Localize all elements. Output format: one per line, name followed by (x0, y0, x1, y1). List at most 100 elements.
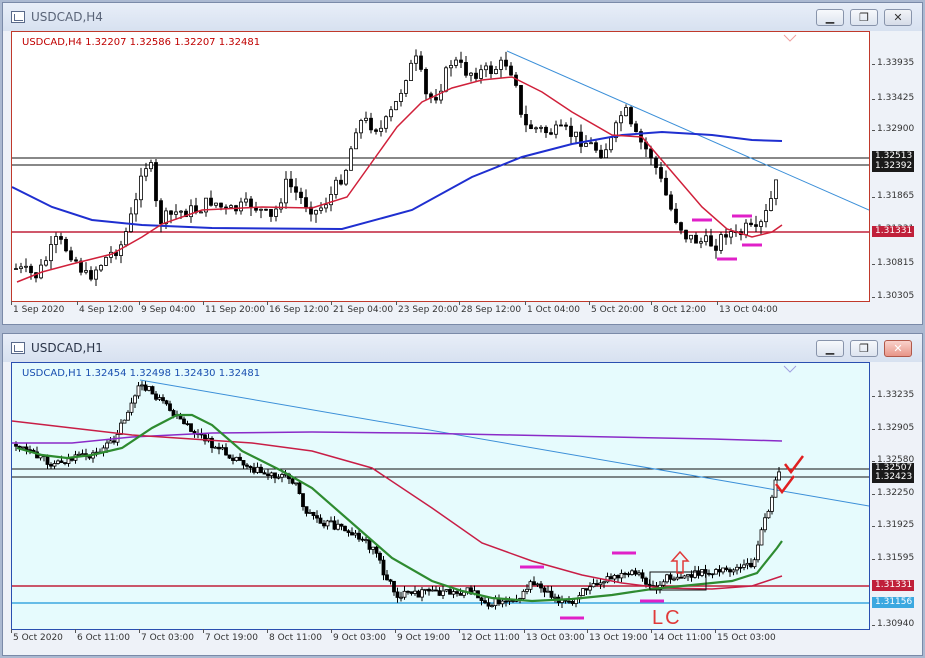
candle (731, 568, 736, 576)
candle-body (229, 205, 233, 208)
candle-body (745, 562, 750, 566)
candle (413, 586, 417, 596)
candle-body (45, 456, 50, 465)
candle (399, 89, 403, 107)
candle-body (524, 114, 528, 126)
candle-body (629, 107, 633, 125)
time-tick: 6 Oct 11:00 (75, 629, 130, 643)
candle-body (364, 117, 368, 121)
time-axis[interactable]: 1 Sep 2020 4 Sep 12:00 9 Sep 04:00 11 Sep 2… (10, 301, 870, 321)
candle-body (245, 464, 249, 467)
window-titlebar[interactable]: USDCAD,H1 ▁ ❐ ✕ (3, 334, 922, 362)
candle-body (69, 250, 73, 261)
candle-body (154, 393, 158, 400)
candle-body (324, 204, 328, 209)
candle (389, 106, 393, 122)
price-chart-h4[interactable]: USDCAD,H4 1.32207 1.32586 1.32207 1.3248… (11, 31, 870, 302)
time-tick: 5 Oct 2020 (11, 629, 63, 643)
candle-body (455, 591, 459, 594)
candle-body (143, 384, 148, 391)
window-titlebar[interactable]: USDCAD,H4 ▁ ❐ ✕ (3, 3, 922, 31)
candle-body (598, 582, 603, 586)
candle-body (419, 55, 423, 70)
price-tick: 1.32250 (871, 488, 915, 498)
candle (554, 120, 558, 139)
close-button[interactable]: ✕ (884, 340, 912, 357)
candle (220, 444, 225, 451)
candle (224, 443, 228, 456)
candle-body (489, 65, 493, 75)
candle (598, 579, 603, 589)
time-tick: 11 Sep 20:00 (202, 301, 266, 315)
candle-body (231, 457, 235, 461)
candle (634, 120, 638, 133)
candle-body (179, 210, 183, 213)
candle-body (150, 386, 155, 395)
candle-body (357, 532, 361, 540)
candle-body (112, 440, 116, 443)
candle (241, 460, 246, 469)
candle (259, 464, 263, 474)
candle-body (395, 591, 400, 598)
candle (409, 59, 413, 82)
candle (773, 477, 778, 498)
candle (759, 527, 764, 546)
candle (654, 155, 658, 175)
candle-body (374, 546, 379, 554)
price-axis[interactable]: 1.33935 1.33425 1.32900 1.31865 1.31331 1.308… (871, 31, 918, 302)
candle (594, 139, 598, 153)
candle-body (105, 442, 109, 449)
candle-body (399, 92, 403, 102)
candle (359, 118, 363, 139)
candle (490, 603, 494, 608)
candle (24, 442, 29, 455)
restore-button[interactable]: ❐ (850, 340, 878, 357)
chart-window-h4[interactable]: USDCAD,H4 ▁ ❐ ✕ USDCAD,H4 1.32207 1.3258… (2, 2, 923, 325)
price-axis[interactable]: 1.33235 1.32905 1.32250 1.31925 1.31595 1.309… (871, 362, 918, 630)
time-axis[interactable]: 5 Oct 2020 6 Oct 11:00 7 Oct 03:00 7 Oct 19… (11, 629, 870, 649)
candle (430, 585, 435, 592)
trendline (506, 50, 869, 211)
candle (672, 576, 676, 582)
candle (546, 585, 550, 593)
candle-body (729, 231, 733, 238)
candle (378, 551, 382, 564)
candle-body (644, 577, 648, 585)
candle (560, 595, 564, 608)
candle (553, 593, 557, 603)
candle (707, 569, 711, 577)
candle (664, 170, 668, 196)
chart-window-h1[interactable]: USDCAD,H1 ▁ ❐ ✕ USDCAD,H1 1.32454 1.3249… (2, 333, 923, 656)
candle-body (459, 59, 463, 63)
candle (599, 144, 603, 159)
candle-body (766, 510, 771, 519)
green-moving-average (16, 413, 783, 603)
chart-canvas (12, 34, 869, 287)
candle-body (567, 600, 571, 603)
candle (213, 445, 218, 449)
candle (414, 49, 418, 71)
candle (231, 454, 235, 465)
price-chart-h1[interactable]: USDCAD,H1 1.32454 1.32498 1.32430 1.3248… (11, 362, 870, 630)
time-tick: 16 Sep 12:00 (266, 301, 330, 315)
price-box: 1.31331 (872, 226, 914, 237)
restore-button[interactable]: ❐ (850, 9, 878, 26)
candle-body (371, 546, 375, 550)
candle (369, 112, 373, 134)
candle-body (668, 574, 673, 580)
candle (319, 202, 323, 214)
candle-body (731, 569, 736, 573)
time-tick: 8 Oct 12:00 (651, 301, 706, 315)
candle-body (349, 148, 353, 171)
window-title: USDCAD,H4 (31, 10, 103, 24)
candle (157, 394, 162, 402)
close-button[interactable]: ✕ (884, 9, 912, 26)
price-tick: 1.30815 (871, 258, 915, 268)
minimize-button[interactable]: ▁ (816, 340, 844, 357)
candle (349, 145, 353, 171)
lc-annotation: LC (652, 607, 682, 629)
time-tick: 4 Sep 12:00 (76, 301, 134, 315)
candle-body (717, 569, 722, 573)
candle (309, 201, 313, 222)
minimize-button[interactable]: ▁ (816, 9, 844, 26)
